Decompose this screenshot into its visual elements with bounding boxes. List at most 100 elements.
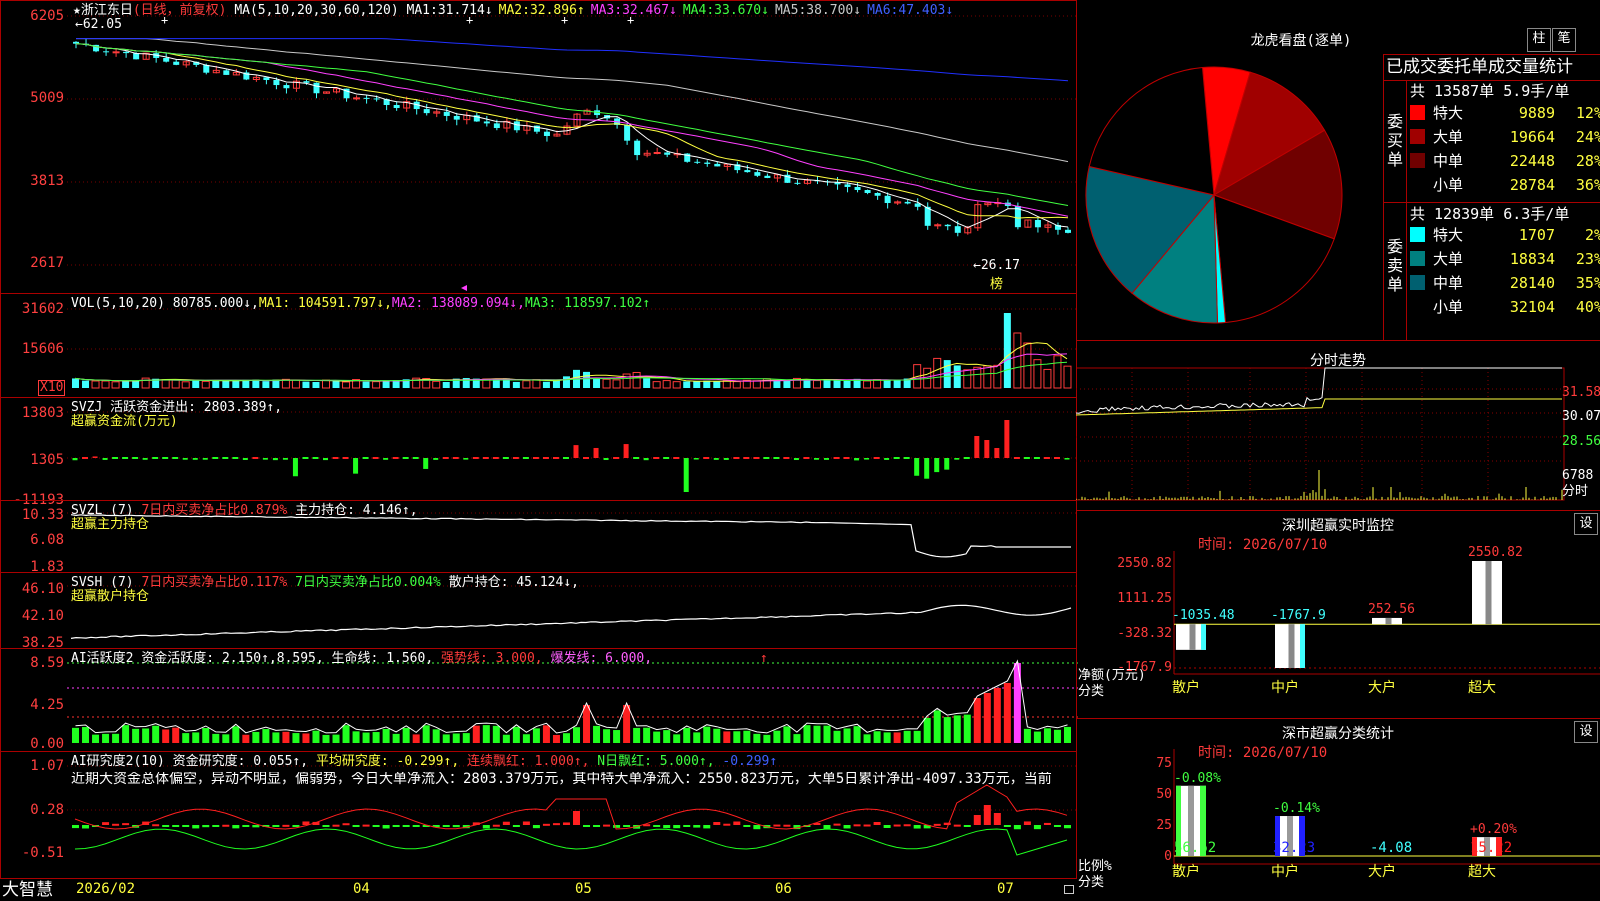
svzl-holding: 主力持仓: 4.146↑,	[295, 503, 418, 518]
candle-body-21	[273, 80, 280, 86]
svzj-bar-37	[433, 458, 439, 460]
ma-value-3: 32.467↓	[622, 3, 677, 18]
ai1-bar-97	[1033, 731, 1041, 743]
vol-bar-88	[943, 360, 951, 388]
ai2-bar-5	[112, 823, 120, 826]
kline-chart[interactable]: + + + +	[1, 1, 1078, 295]
ai2-bar-61	[673, 825, 681, 829]
svsh-prefix: SVSH (7)	[71, 575, 134, 590]
x-label-1: 2026/02	[76, 881, 136, 897]
svzj-bar-79	[854, 458, 860, 461]
lock-icon[interactable]	[1064, 885, 1074, 894]
sell-swatch-3	[1410, 275, 1425, 290]
intraday-panel[interactable]: 分时走势 31.58 30.07 28.56 6788 分时	[1076, 340, 1600, 511]
mon-bar-shade-4	[1485, 561, 1492, 625]
svzj-bar-36	[423, 458, 429, 469]
ai1-bar-49	[552, 734, 560, 743]
buy-name-4: 小单	[1433, 176, 1464, 194]
cls-change-1: -0.08%	[1174, 770, 1221, 786]
ai-activity-panel[interactable]: AI活跃度2 资金活跃度: 2.150↑,8.595, 生命线: 1.560, …	[0, 648, 1078, 752]
vol-bar-61	[672, 381, 681, 389]
ai1-bar-94	[1003, 683, 1011, 743]
ai1-bar-52	[583, 705, 591, 743]
svzj-header: SVZJ 活跃资金进出: 2803.389↑,	[71, 400, 283, 415]
cls-value-4: 15.22	[1470, 840, 1513, 856]
ai2-bar-66	[723, 823, 731, 826]
ai1-bar-10	[162, 729, 170, 743]
ai2-bar-65	[713, 822, 721, 825]
ai2-bar-64	[703, 825, 711, 829]
kline-panel[interactable]: + + + + ★浙江东日(日线，前复权) MA(5,10,20,30,60,120)…	[0, 0, 1078, 295]
sell-header: 共 12839单 6.3手/单	[1410, 205, 1570, 223]
sz-class-panel[interactable]: 深市超赢分类统计 设 时间: 2026/07/10 75 50 25 0 比例%…	[1076, 718, 1600, 901]
vol-bar-46	[522, 380, 531, 389]
tick-view-button[interactable]: 笔	[1552, 28, 1576, 52]
volume-panel[interactable]: VOL(5,10,20) 80785.000↓,MA1: 104591.797↓…	[0, 293, 1078, 398]
ai1-bar-24	[302, 733, 310, 743]
svzj-bar-17	[232, 457, 239, 459]
ai2-bar-67	[733, 821, 741, 825]
fs-avg-line	[1076, 398, 1562, 416]
intraday-chart[interactable]	[1076, 341, 1600, 511]
ai2-bar-52	[583, 825, 591, 827]
ai2-bar-29	[352, 825, 360, 827]
mon-value-1: -1035.48	[1172, 608, 1235, 624]
ai2-bar-63	[693, 825, 701, 828]
ai1-d: 强势线: 3.000,	[441, 651, 543, 666]
svsh-panel[interactable]: SVSH (7) 7日内买卖净占比0.117% 7日内买卖净占比0.004% 散…	[0, 572, 1078, 649]
ai2-bar-28	[342, 823, 350, 826]
vol-bar-82	[883, 380, 891, 388]
sz-monitor-panel[interactable]: 深圳超赢实时监控 设 时间: 2026/07/10 2550.82 1111.2…	[1076, 510, 1600, 719]
candle-body-42	[483, 121, 490, 124]
ai1-bar-73	[793, 734, 801, 743]
sell-swatch-2	[1410, 251, 1425, 266]
vol-bar-11	[171, 379, 180, 389]
ai1-bar-7	[132, 728, 140, 743]
vol-bar-71	[773, 380, 781, 388]
ai2-bar-42	[482, 825, 490, 829]
svzj-panel[interactable]: SVZJ 活跃资金进出: 2803.389↑, 超赢资金流(万元)	[0, 397, 1078, 501]
vol-bar-62	[683, 381, 691, 388]
column-view-button[interactable]: 柱	[1527, 28, 1551, 52]
svzl-panel[interactable]: SVZL (7) 7日内买卖净占比0.879% 主力持仓: 4.146↑, 超赢…	[0, 500, 1078, 573]
vol-bar-59	[652, 381, 661, 389]
ma-prefix: MA(5,10,20,30,60,120)	[234, 3, 399, 18]
x-label-2: 04	[353, 881, 370, 897]
svzj-bar-93	[994, 448, 1000, 458]
ai1-bar-67	[733, 731, 741, 743]
svzj-bar-65	[713, 458, 719, 460]
candle-body-65	[714, 163, 721, 167]
ai1-bar-9	[152, 725, 160, 743]
svzj-bar-34	[402, 457, 409, 459]
vol-bar-55	[612, 379, 621, 389]
period-label: (日线，前复权)	[132, 3, 227, 18]
svzj-bar-2	[82, 457, 89, 459]
ai1-bar-17	[232, 726, 240, 743]
mon-value-4: 2550.82	[1468, 545, 1523, 560]
svzj-bar-51	[573, 445, 579, 458]
sell-row-4: 小单 32104 40%	[1410, 298, 1600, 316]
ai1-bar-51	[573, 727, 580, 743]
vol-bar-66	[722, 380, 731, 389]
svzj-bar-72	[783, 457, 790, 459]
candle-body-78	[844, 184, 851, 187]
mon-axis-1: 2550.82	[1117, 556, 1172, 571]
buy-swatch-2	[1410, 129, 1425, 144]
vol-bar-60	[662, 380, 671, 389]
candle-body-38	[443, 111, 450, 116]
svzj-bar-5	[112, 457, 119, 459]
vol-bar-3	[91, 380, 100, 389]
ai-research-panel[interactable]: AI研究度2(10) 资金研究度: 0.055↑, 平均研究度: -0.299↑…	[0, 751, 1078, 879]
ai1-bar-57	[633, 727, 641, 743]
candle-body-5	[112, 51, 120, 54]
ai2-b: 平均研究度: -0.299↑,	[315, 754, 460, 769]
svzj-bar-27	[332, 457, 339, 459]
candle-body-89	[954, 226, 961, 233]
vol-bar-75	[812, 380, 821, 389]
ai1-bar-27	[332, 734, 340, 743]
bang-marker: 榜	[990, 277, 1004, 292]
ai2-bar-46	[522, 821, 530, 825]
sell-pct-4: 40%	[1575, 298, 1600, 316]
sell-name-2: 大单	[1433, 250, 1464, 268]
ai1-bar-81	[873, 731, 881, 743]
